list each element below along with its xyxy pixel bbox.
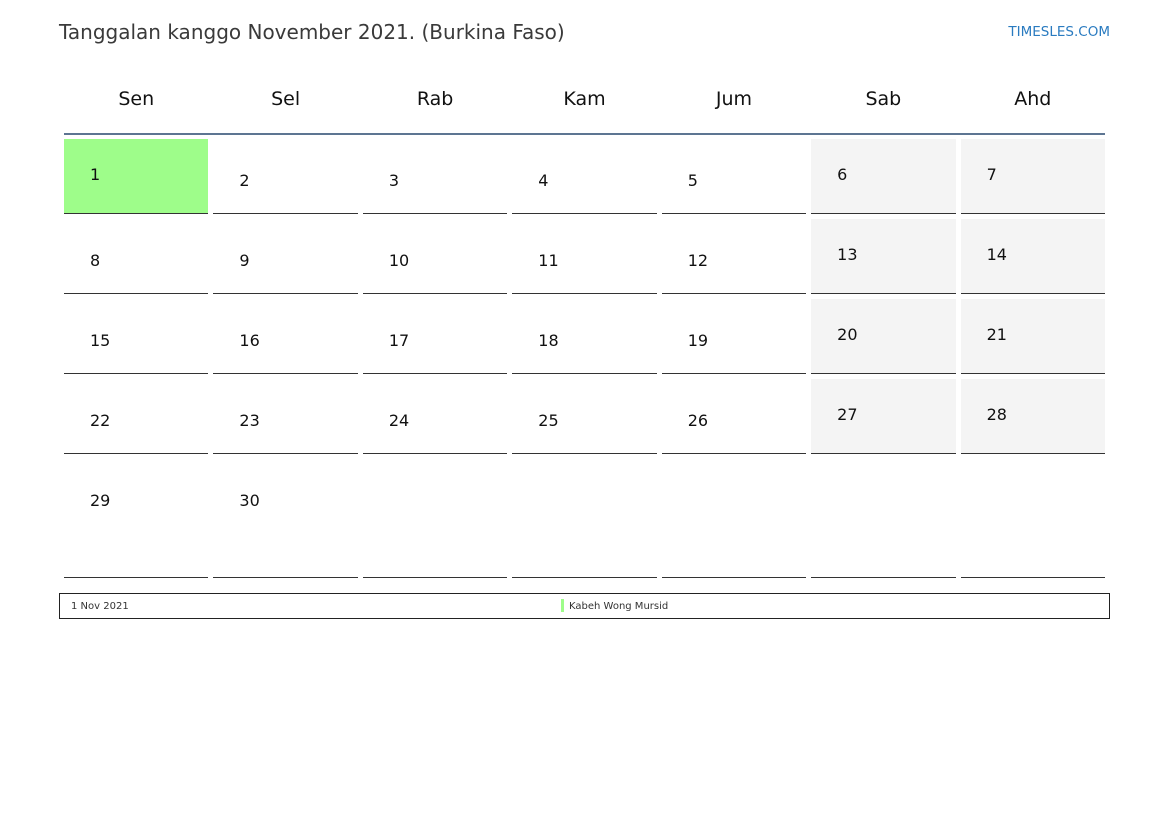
- day-number: 29: [90, 491, 111, 510]
- day-number: 7: [986, 165, 997, 184]
- day-number: 2: [239, 171, 250, 190]
- day-number: 22: [90, 411, 111, 430]
- day-number: 24: [388, 411, 410, 430]
- day-cell[interactable]: 27: [811, 379, 956, 454]
- day-cell[interactable]: 14: [960, 219, 1105, 294]
- site-link[interactable]: TIMESLES.COM: [1008, 24, 1110, 40]
- page-title: Tanggalan kanggo November 2021. (Burkina…: [59, 20, 565, 44]
- day-number: 27: [837, 405, 858, 424]
- day-number: 6: [837, 165, 848, 184]
- day-number: 30: [239, 491, 260, 510]
- day-cell-empty: [512, 459, 657, 578]
- weekday-label: Jum: [715, 88, 752, 110]
- day-number: 5: [687, 171, 698, 190]
- day-number: 28: [986, 405, 1007, 424]
- day-number: 17: [388, 331, 410, 350]
- day-cell-empty: [661, 459, 807, 578]
- day-number: 18: [538, 331, 559, 350]
- day-cell[interactable]: 13: [811, 219, 956, 294]
- day-number: 1: [90, 165, 101, 184]
- day-number: 9: [239, 251, 250, 270]
- day-cell[interactable]: 18: [512, 299, 657, 374]
- day-cell[interactable]: 29: [64, 459, 209, 578]
- day-number: 16: [239, 331, 260, 350]
- day-cell[interactable]: 28: [960, 379, 1105, 454]
- day-cell[interactable]: 19: [661, 299, 807, 374]
- day-cell[interactable]: 15: [64, 299, 209, 374]
- day-cell[interactable]: 4: [512, 139, 657, 214]
- weekday-header-row: Sen Sel Rab Kam Jum Sab Ahd: [64, 83, 1105, 135]
- day-number: 26: [687, 411, 709, 430]
- day-cell[interactable]: 22: [64, 379, 209, 454]
- weekday-label: Ahd: [1014, 88, 1052, 110]
- day-cell[interactable]: 11: [512, 219, 657, 294]
- day-number: 20: [837, 325, 858, 344]
- day-cell[interactable]: 16: [213, 299, 358, 374]
- legend-date: 1 Nov 2021: [71, 601, 129, 612]
- day-cell[interactable]: 8: [64, 219, 209, 294]
- day-number: 12: [687, 251, 709, 270]
- day-number: 4: [538, 171, 549, 190]
- weekday-label: Sen: [118, 88, 155, 110]
- day-number: 11: [538, 251, 559, 270]
- day-number: 8: [90, 251, 101, 270]
- legend-color-marker: [561, 599, 564, 612]
- day-cell[interactable]: 30: [213, 459, 358, 578]
- day-cell[interactable]: 12: [661, 219, 807, 294]
- day-cell[interactable]: 23: [213, 379, 358, 454]
- day-number: 10: [388, 251, 410, 270]
- day-number: 21: [986, 325, 1007, 344]
- day-number: 15: [90, 331, 111, 350]
- day-cell[interactable]: 24: [362, 379, 508, 454]
- weekday-label: Kam: [563, 88, 606, 110]
- day-cell[interactable]: 10: [362, 219, 508, 294]
- day-cell[interactable]: 9: [213, 219, 358, 294]
- day-cell[interactable]: 25: [512, 379, 657, 454]
- day-cell[interactable]: 20: [811, 299, 956, 374]
- day-cell-empty: [960, 459, 1105, 578]
- day-cell-empty: [811, 459, 956, 578]
- weekday-label: Sab: [865, 88, 902, 110]
- day-number: 23: [239, 411, 260, 430]
- day-cell[interactable]: 26: [661, 379, 807, 454]
- legend-holiday-name: Kabeh Wong Mursid: [569, 601, 669, 612]
- weekday-label: Sel: [271, 88, 301, 110]
- weekday-label: Rab: [416, 88, 454, 110]
- day-cell[interactable]: 1: [64, 139, 209, 214]
- day-cell[interactable]: 7: [960, 139, 1105, 214]
- day-cell-empty: [362, 459, 508, 578]
- holiday-legend: 1 Nov 2021 Kabeh Wong Mursid: [59, 593, 1110, 619]
- day-number: 19: [687, 331, 709, 350]
- day-cell[interactable]: 3: [362, 139, 508, 214]
- day-number: 3: [388, 171, 400, 190]
- day-number: 13: [837, 245, 858, 264]
- day-cell[interactable]: 5: [661, 139, 807, 214]
- day-cell[interactable]: 2: [213, 139, 358, 214]
- day-cell[interactable]: 21: [960, 299, 1105, 374]
- calendar-grid: 1 2 3 4 5 6 7 8 9 10 11 12 13 14 15 16 17 18 19 20 21 22 23 24 2…: [64, 139, 1105, 578]
- day-cell[interactable]: 6: [811, 139, 956, 214]
- day-cell[interactable]: 17: [362, 299, 508, 374]
- day-number: 25: [538, 411, 559, 430]
- day-number: 14: [986, 245, 1007, 264]
